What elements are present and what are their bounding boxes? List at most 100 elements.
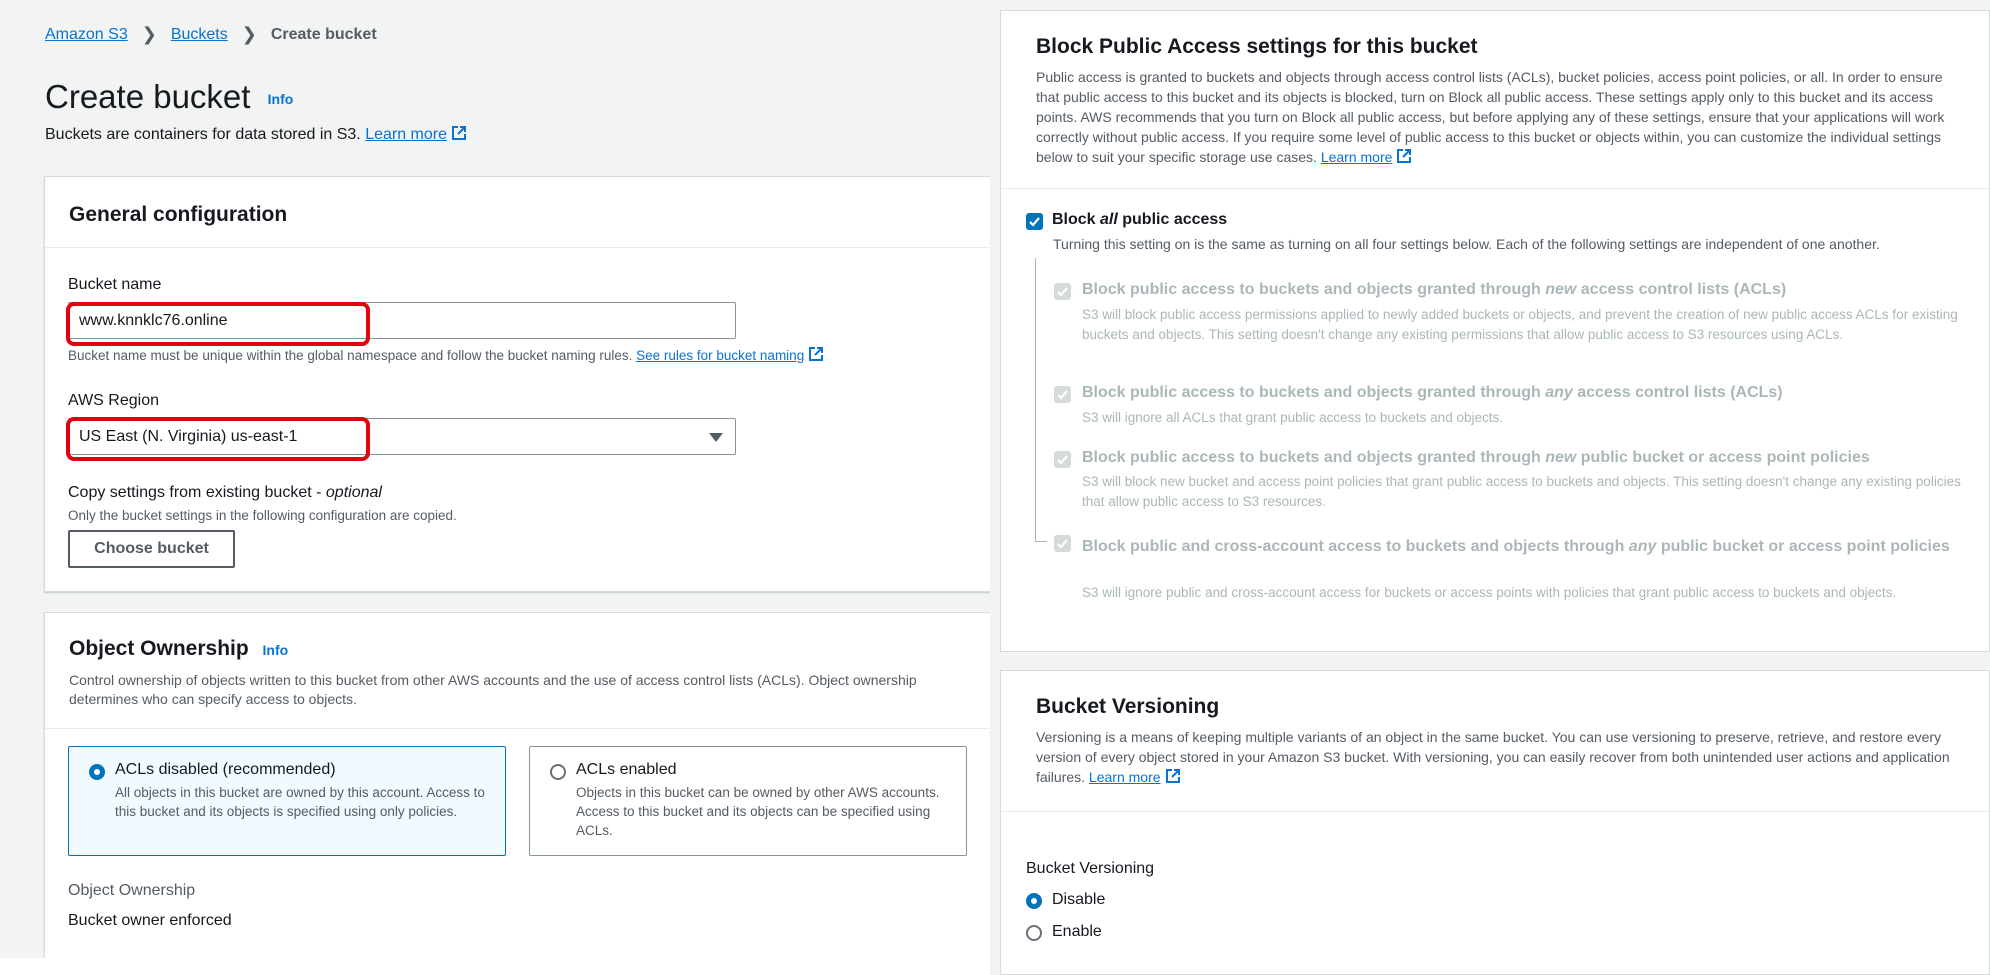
bpa-learn-more-label: Learn more <box>1320 149 1393 165</box>
opt3-pre: Block public access to buckets and objec… <box>1082 449 1546 466</box>
block-all-post: public access <box>1117 211 1228 228</box>
breadcrumb: Amazon S3 ❯ Buckets ❯ Create bucket <box>45 24 377 45</box>
versioning-enable-label: Enable <box>1052 923 1102 940</box>
block-all-em: all <box>1100 211 1118 228</box>
external-link-icon <box>809 347 824 361</box>
block-public-access-desc-text: Public access is granted to buckets and … <box>1036 69 1945 165</box>
block-new-acls-label: Block public access to buckets and objec… <box>1082 281 1786 299</box>
left-panel: Amazon S3 ❯ Buckets ❯ Create bucket Crea… <box>0 0 990 958</box>
bpa-learn-more-link[interactable]: Learn more <box>1321 149 1413 165</box>
caret-down-icon <box>709 433 723 442</box>
object-ownership-description: Control ownership of objects written to … <box>69 672 917 707</box>
block-public-access-title: Block Public Access settings for this bu… <box>1036 35 1478 58</box>
opt1-pre: Block public access to buckets and objec… <box>1082 281 1546 298</box>
breadcrumb-buckets[interactable]: Buckets <box>171 26 228 44</box>
external-link-icon <box>452 126 467 140</box>
general-configuration-header: General configuration <box>45 177 990 248</box>
check-icon <box>1029 217 1040 227</box>
object-ownership-title-text: Object Ownership <box>69 637 249 660</box>
versioning-enable-radio[interactable] <box>1026 925 1042 941</box>
opt2-pre: Block public access to buckets and objec… <box>1082 384 1546 401</box>
object-ownership-info-link[interactable]: Info <box>263 642 289 658</box>
opt1-post: access control lists (ACLs) <box>1576 281 1787 298</box>
external-link-icon <box>1397 149 1412 163</box>
opt3-em: new <box>1545 449 1577 466</box>
check-icon <box>1057 390 1068 400</box>
object-ownership-title: Object Ownership Info <box>69 637 966 661</box>
chevron-right-icon: ❯ <box>241 24 257 44</box>
block-all-public-access-label: Block all public access <box>1052 211 1227 229</box>
block-any-acls-checkbox[interactable] <box>1054 386 1071 403</box>
acls-enabled-tile[interactable]: ACLs enabled Objects in this bucket can … <box>529 746 967 856</box>
tree-line-vertical <box>1035 258 1036 542</box>
check-icon <box>1057 539 1068 549</box>
learn-more-label: Learn more <box>365 126 448 143</box>
block-any-acls-desc: S3 will ignore all ACLs that grant publi… <box>1082 410 1503 425</box>
block-any-acls-label: Block public access to buckets and objec… <box>1082 384 1783 402</box>
choose-bucket-button[interactable]: Choose bucket <box>68 530 235 568</box>
bucket-naming-rules-label: See rules for bucket naming <box>636 348 805 363</box>
page-info-link[interactable]: Info <box>268 91 294 107</box>
copy-settings-label: Copy settings from existing bucket - opt… <box>68 484 382 502</box>
block-new-acls-desc: S3 will block public access permissions … <box>1082 307 1958 342</box>
bucket-versioning-description: Versioning is a means of keeping multipl… <box>1036 727 1959 787</box>
block-public-access-description: Public access is granted to buckets and … <box>1036 67 1959 167</box>
copy-settings-optional: optional <box>325 484 382 501</box>
object-ownership-header: Object Ownership Info Control ownership … <box>45 613 990 729</box>
block-all-public-access-desc: Turning this setting on is the same as t… <box>1053 236 1880 252</box>
check-icon <box>1057 287 1068 297</box>
bucket-naming-rules-link[interactable]: See rules for bucket naming <box>636 347 824 363</box>
versioning-disable-radio[interactable] <box>1026 893 1042 909</box>
versioning-learn-more-label: Learn more <box>1088 769 1161 785</box>
general-configuration-title: General configuration <box>69 203 288 226</box>
object-ownership-field-value: Bucket owner enforced <box>68 912 232 929</box>
aws-region-label: AWS Region <box>68 392 159 409</box>
acls-disabled-title: ACLs disabled (recommended) <box>115 761 336 778</box>
bucket-versioning-title: Bucket Versioning <box>1036 695 1220 718</box>
opt4-em: any <box>1628 538 1657 555</box>
aws-region-highlight <box>66 417 370 461</box>
bucket-name-hint: Bucket name must be unique within the gl… <box>68 346 824 363</box>
opt2-em: any <box>1545 384 1573 401</box>
block-cross-account-checkbox[interactable] <box>1054 535 1071 552</box>
page-title: Create bucket Info <box>45 78 293 116</box>
versioning-disable-label: Disable <box>1052 891 1106 908</box>
bucket-versioning-panel: Bucket Versioning Versioning is a means … <box>1000 670 1990 975</box>
versioning-learn-more-link[interactable]: Learn more <box>1089 769 1181 785</box>
opt4-pre: Block public and cross-account access to… <box>1082 538 1629 555</box>
block-new-policies-checkbox[interactable] <box>1054 451 1071 468</box>
bucket-name-highlight <box>66 302 370 346</box>
acls-disabled-desc: All objects in this bucket are owned by … <box>115 785 485 819</box>
breadcrumb-amazon-s3[interactable]: Amazon S3 <box>45 26 128 44</box>
opt4-post: public bucket or access point policies <box>1656 538 1950 555</box>
bucket-versioning-field-label: Bucket Versioning <box>1026 860 1155 877</box>
acls-disabled-radio[interactable] <box>89 764 105 780</box>
copy-settings-text: Copy settings from existing bucket - <box>68 484 326 501</box>
bucket-versioning-header: Bucket Versioning Versioning is a means … <box>1001 671 1989 812</box>
page-title-text: Create bucket <box>45 78 251 115</box>
acls-disabled-tile[interactable]: ACLs disabled (recommended) All objects … <box>68 746 506 856</box>
breadcrumb-current: Create bucket <box>270 25 377 43</box>
page-desc-text: Buckets are containers for data stored i… <box>45 126 361 143</box>
block-cross-account-desc: S3 will ignore public and cross-account … <box>1082 585 1897 600</box>
tree-line-end <box>1035 541 1047 542</box>
acls-enabled-radio[interactable] <box>550 764 566 780</box>
block-new-policies-desc: S3 will block new bucket and access poin… <box>1082 474 1961 509</box>
block-cross-account-label: Block public and cross-account access to… <box>1082 533 1962 560</box>
check-icon <box>1057 455 1068 465</box>
block-new-policies-label: Block public access to buckets and objec… <box>1082 449 1870 467</box>
copy-settings-hint: Only the bucket settings in the followin… <box>68 508 457 523</box>
block-public-access-header: Block Public Access settings for this bu… <box>1001 11 1989 189</box>
opt2-post: access control lists (ACLs) <box>1572 384 1783 401</box>
block-all-public-access-checkbox[interactable] <box>1026 213 1043 230</box>
bucket-name-label: Bucket name <box>68 276 162 293</box>
opt1-em: new <box>1545 281 1577 298</box>
learn-more-link[interactable]: Learn more <box>365 126 467 143</box>
block-all-pre: Block <box>1052 211 1101 228</box>
block-new-acls-checkbox[interactable] <box>1054 283 1071 300</box>
opt3-post: public bucket or access point policies <box>1576 449 1870 466</box>
external-link-icon <box>1165 769 1180 783</box>
acls-enabled-title: ACLs enabled <box>576 761 677 778</box>
object-ownership-field-label: Object Ownership <box>68 882 196 899</box>
page-description: Buckets are containers for data stored i… <box>45 125 467 144</box>
